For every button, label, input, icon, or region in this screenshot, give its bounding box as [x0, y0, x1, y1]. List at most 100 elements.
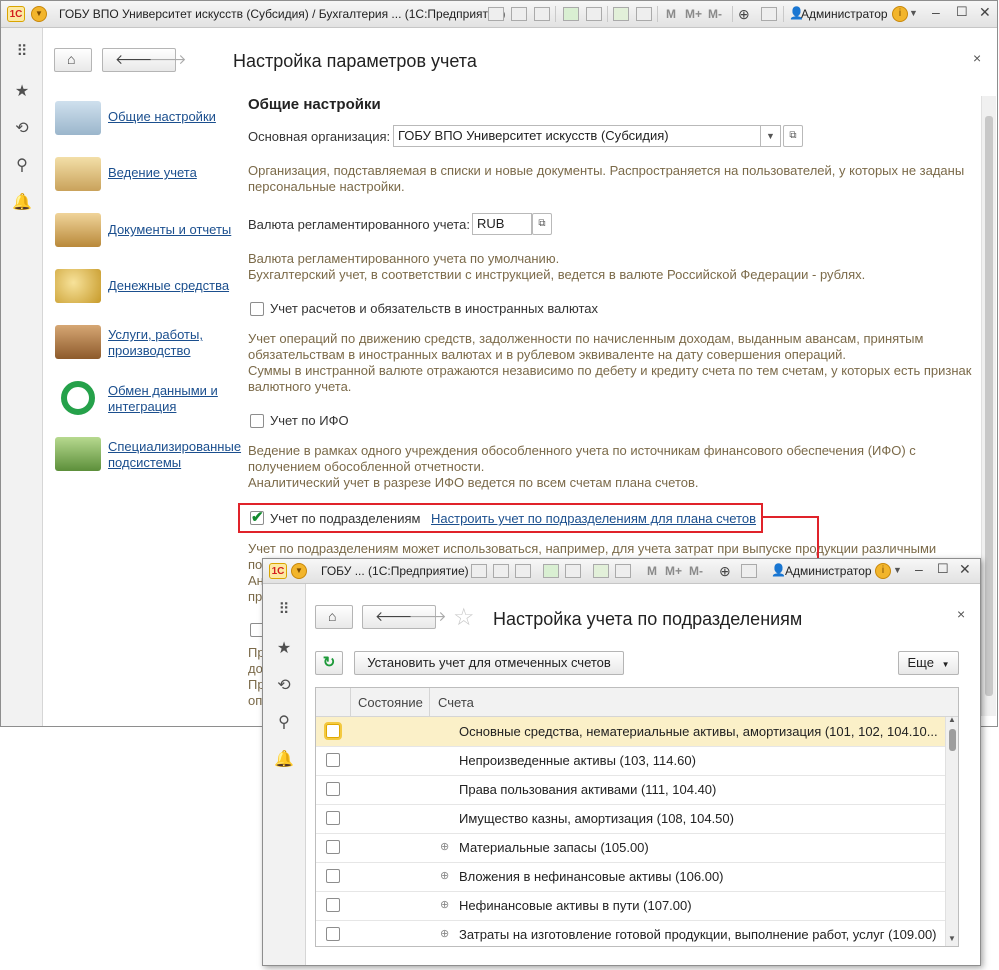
history-icon[interactable]: ⟲: [12, 118, 32, 138]
row-checkbox[interactable]: [326, 869, 340, 883]
table-row[interactable]: Права пользования активами (111, 104.40): [316, 775, 946, 805]
link-icon[interactable]: [586, 7, 602, 21]
print-icon[interactable]: [511, 7, 527, 21]
memory-mplus-button[interactable]: M+: [665, 564, 682, 578]
table-scrollbar[interactable]: ▲ ▼: [945, 715, 958, 946]
org-open-icon[interactable]: ⧉: [783, 125, 803, 147]
nav-item-exchange[interactable]: Обмен данными и интеграция: [53, 381, 243, 417]
preview-icon[interactable]: [515, 564, 531, 578]
memory-m-button[interactable]: M: [666, 7, 676, 21]
row-checkbox[interactable]: [326, 753, 340, 767]
row-checkbox[interactable]: [326, 927, 340, 941]
calculator-icon[interactable]: [613, 7, 629, 21]
scroll-down-icon[interactable]: ▼: [948, 934, 956, 943]
maximize-icon[interactable]: ☐: [956, 4, 968, 20]
apps-icon[interactable]: ⠿: [12, 42, 32, 60]
foreign-currency-label[interactable]: Учет расчетов и обязательств в иностранн…: [270, 301, 598, 316]
user-name[interactable]: Администратор: [785, 564, 872, 578]
nav-item-documents[interactable]: Документы и отчеты: [53, 213, 243, 249]
row-checkbox[interactable]: [326, 811, 340, 825]
close-form-icon[interactable]: ×: [957, 606, 965, 622]
home-button[interactable]: ⌂: [315, 605, 353, 629]
nav-item-label[interactable]: Услуги, работы, производство: [108, 327, 228, 359]
set-accounting-button[interactable]: Установить учет для отмеченных счетов: [354, 651, 624, 675]
row-checkbox[interactable]: [324, 722, 342, 740]
ifo-label[interactable]: Учет по ИФО: [270, 413, 349, 428]
main-scrollbar-thumb[interactable]: [985, 116, 993, 696]
row-checkbox[interactable]: [326, 898, 340, 912]
expand-plus-icon[interactable]: ⊕: [440, 927, 449, 940]
info-icon[interactable]: i: [875, 563, 891, 579]
table-row[interactable]: ⊕ Материальные запасы (105.00): [316, 833, 946, 863]
forward-arrow-icon[interactable]: 🡒: [149, 51, 187, 68]
1c-logo-icon[interactable]: 1С: [7, 6, 25, 22]
attach-icon[interactable]: [543, 564, 559, 578]
home-button[interactable]: ⌂: [54, 48, 92, 72]
favorite-star-outline-icon[interactable]: ☆: [453, 603, 475, 632]
zoom-icon[interactable]: ⊕: [738, 6, 750, 23]
calculator-icon[interactable]: [593, 564, 609, 578]
print-icon[interactable]: [493, 564, 509, 578]
nav-item-services[interactable]: Услуги, работы, производство: [53, 325, 243, 361]
panel-icon[interactable]: [761, 7, 777, 21]
nav-item-accounting[interactable]: Ведение учета: [53, 157, 243, 193]
close-form-icon[interactable]: ×: [973, 50, 981, 66]
favorites-star-icon[interactable]: ★: [12, 81, 32, 101]
link-icon[interactable]: [565, 564, 581, 578]
table-scrollbar-thumb[interactable]: [949, 729, 956, 751]
table-row[interactable]: ⊕ Затраты на изготовление готовой продукц…: [316, 920, 946, 946]
close-window-icon[interactable]: ✕: [979, 4, 991, 21]
save-icon[interactable]: [488, 7, 504, 21]
expand-plus-icon[interactable]: ⊕: [440, 898, 449, 911]
save-icon[interactable]: [471, 564, 487, 578]
attach-icon[interactable]: [563, 7, 579, 21]
row-checkbox[interactable]: [326, 782, 340, 796]
nav-item-label[interactable]: Обмен данными и интеграция: [108, 383, 228, 415]
org-field[interactable]: ГОБУ ВПО Университет искусств (Субсидия): [393, 125, 761, 147]
forward-arrow-icon[interactable]: 🡒: [409, 608, 447, 625]
maximize-icon[interactable]: ☐: [937, 561, 949, 577]
search-icon[interactable]: ⚲: [274, 712, 294, 732]
main-scrollbar[interactable]: [981, 96, 996, 716]
expand-plus-icon[interactable]: ⊕: [440, 869, 449, 882]
back-arrow-icon[interactable]: 🡐: [115, 51, 153, 68]
nav-item-label[interactable]: Документы и отчеты: [108, 222, 231, 238]
table-row[interactable]: Основные средства, нематериальные активы…: [316, 717, 946, 747]
currency-field[interactable]: RUB: [472, 213, 532, 235]
calendar-icon[interactable]: [636, 7, 652, 21]
memory-mplus-button[interactable]: M+: [685, 7, 702, 21]
dept-checkbox[interactable]: [250, 508, 264, 526]
table-row[interactable]: Непроизведенные активы (103, 114.60): [316, 746, 946, 776]
apps-icon[interactable]: ⠿: [274, 600, 294, 618]
dept-label[interactable]: Учет по подразделениям: [270, 511, 420, 526]
more-button[interactable]: Еще ▼: [898, 651, 959, 675]
history-icon[interactable]: ⟲: [274, 675, 294, 695]
row-checkbox[interactable]: [326, 840, 340, 854]
currency-open-icon[interactable]: ⧉: [532, 213, 552, 235]
table-row[interactable]: ⊕ Вложения в нефинансовые активы (106.00): [316, 862, 946, 892]
info-dropdown-icon[interactable]: ▼: [893, 565, 902, 575]
org-dropdown-icon[interactable]: ▼: [761, 125, 781, 147]
memory-mminus-button[interactable]: M-: [689, 564, 703, 578]
panel-icon[interactable]: [741, 564, 757, 578]
table-row[interactable]: ⊕ Нефинансовые активы в пути (107.00): [316, 891, 946, 921]
close-window-icon[interactable]: ✕: [959, 561, 971, 578]
back-arrow-icon[interactable]: 🡐: [375, 608, 413, 625]
main-menu-icon[interactable]: ▼: [31, 6, 47, 22]
refresh-button[interactable]: ↻: [315, 651, 343, 675]
info-icon[interactable]: i: [892, 6, 908, 22]
search-icon[interactable]: ⚲: [12, 155, 32, 175]
column-header-status[interactable]: Состояние: [358, 695, 423, 710]
memory-mminus-button[interactable]: M-: [708, 7, 722, 21]
scroll-up-icon[interactable]: ▲: [948, 715, 956, 724]
nav-item-label[interactable]: Общие настройки: [108, 109, 216, 125]
nav-item-label[interactable]: Ведение учета: [108, 165, 197, 181]
dept-settings-link[interactable]: Настроить учет по подразделениям для пла…: [431, 511, 756, 526]
nav-item-label[interactable]: Специализированные подсистемы: [108, 439, 248, 471]
minimize-icon[interactable]: ‒: [915, 561, 923, 577]
minimize-icon[interactable]: ‒: [932, 4, 940, 20]
nav-item-subsystems[interactable]: Специализированные подсистемы: [53, 437, 243, 473]
nav-item-money[interactable]: Денежные средства: [53, 269, 243, 305]
main-menu-icon[interactable]: ▼: [291, 563, 307, 579]
memory-m-button[interactable]: M: [647, 564, 657, 578]
